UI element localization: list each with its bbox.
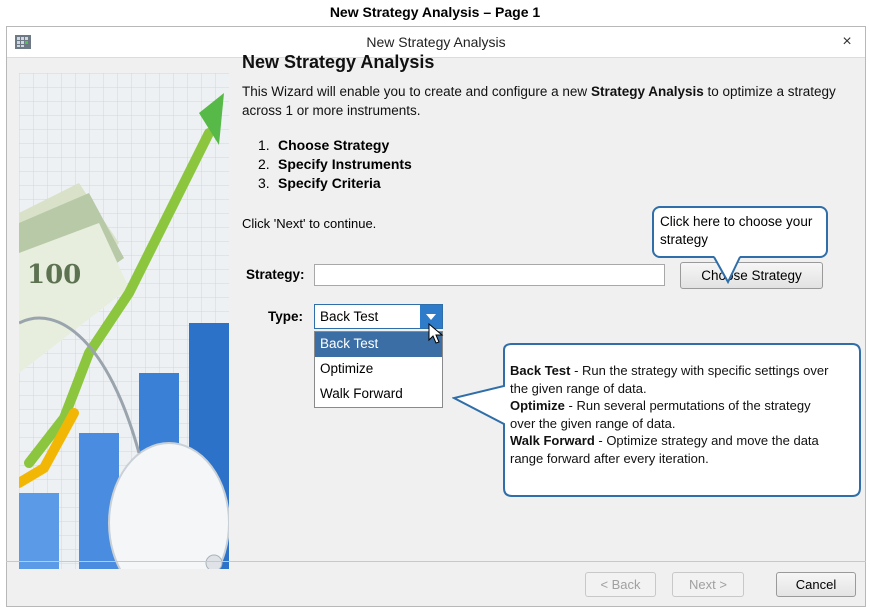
type-select[interactable]: Back Test	[314, 304, 443, 329]
back-test-explanation: Back Test - Run the strategy with specif…	[510, 362, 830, 397]
window-title: New Strategy Analysis	[366, 34, 506, 50]
type-option-back-test[interactable]: Back Test	[315, 332, 442, 357]
cancel-button[interactable]: Cancel	[776, 572, 856, 597]
walk-forward-explanation: Walk Forward - Optimize strategy and mov…	[510, 432, 830, 467]
type-label: Type:	[268, 309, 304, 324]
wizard-steps: 1. Choose Strategy 2. Specify Instruments …	[258, 136, 412, 193]
footer-divider	[6, 561, 866, 562]
step-label: Choose Strategy	[278, 137, 390, 153]
type-dropdown-list: Back Test Optimize Walk Forward	[314, 331, 443, 408]
step-number: 3.	[258, 175, 270, 191]
intro-text-start: This Wizard will enable you to create an…	[242, 84, 591, 99]
finance-illustration: 100	[19, 73, 229, 569]
explanation-term: Optimize	[510, 398, 565, 413]
next-button[interactable]: Next >	[672, 572, 744, 597]
strategy-label: Strategy:	[246, 267, 305, 282]
mouse-pointer-icon	[428, 323, 444, 344]
step-item: 3. Specify Criteria	[258, 174, 412, 193]
type-selected-value: Back Test	[320, 309, 379, 324]
back-button[interactable]: < Back	[585, 572, 656, 597]
strategy-input[interactable]	[314, 264, 665, 286]
continue-hint: Click 'Next' to continue.	[242, 216, 377, 231]
type-option-walk-forward[interactable]: Walk Forward	[315, 382, 442, 407]
step-item: 1. Choose Strategy	[258, 136, 412, 155]
close-icon[interactable]: ×	[835, 27, 859, 57]
step-label: Specify Criteria	[278, 175, 381, 191]
callout-pointer	[713, 256, 741, 284]
choose-strategy-button[interactable]: Choose Strategy	[680, 262, 823, 289]
step-number: 1.	[258, 137, 270, 153]
choose-strategy-callout-text: Click here to choose your strategy	[660, 214, 813, 247]
title-bar: New Strategy Analysis ×	[7, 27, 865, 58]
wizard-intro: This Wizard will enable you to create an…	[242, 82, 852, 120]
step-number: 2.	[258, 156, 270, 172]
wizard-heading: New Strategy Analysis	[242, 52, 435, 72]
page-caption: New Strategy Analysis – Page 1	[329, 4, 541, 20]
type-explanation-text: Back Test - Run the strategy with specif…	[510, 362, 830, 467]
explanation-term: Back Test	[510, 363, 571, 378]
step-item: 2. Specify Instruments	[258, 155, 412, 174]
optimize-explanation: Optimize - Run several permutations of t…	[510, 397, 830, 432]
explanation-term: Walk Forward	[510, 433, 595, 448]
wizard-side-image: 100	[19, 73, 229, 569]
step-label: Specify Instruments	[278, 156, 412, 172]
intro-text-bold: Strategy Analysis	[590, 84, 704, 99]
svg-text:100: 100	[27, 260, 81, 290]
type-option-optimize[interactable]: Optimize	[315, 357, 442, 382]
